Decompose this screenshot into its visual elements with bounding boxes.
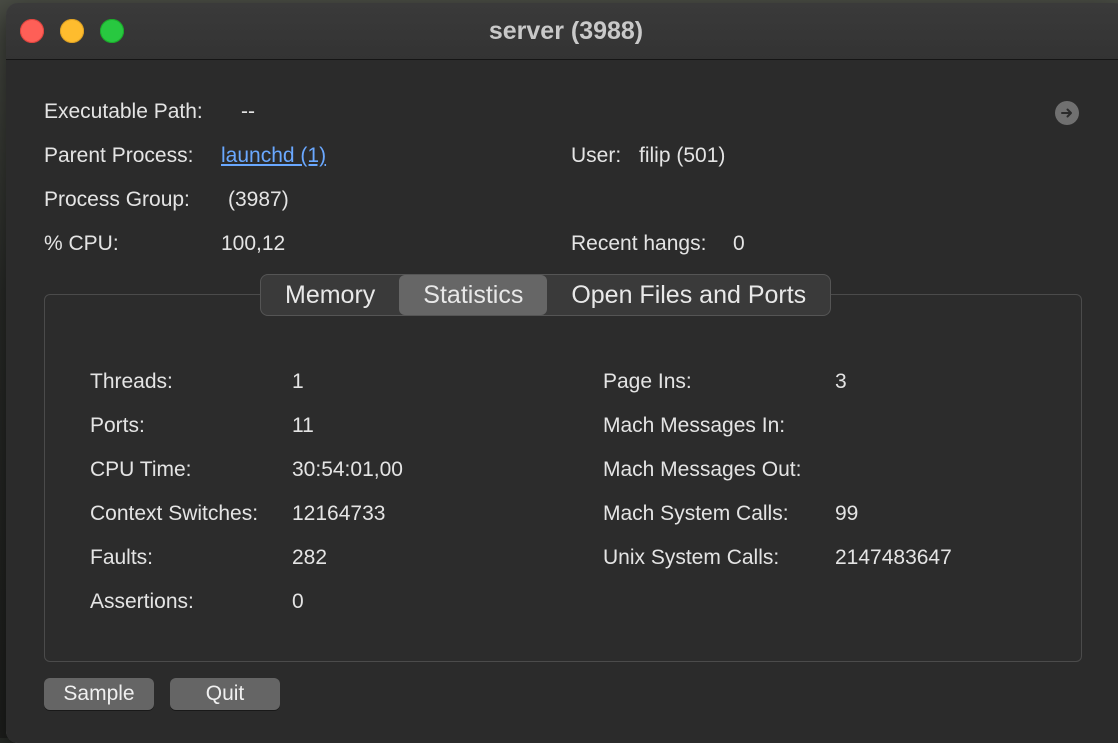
executable-path-label: Executable Path: [44, 100, 203, 123]
user-label: User: [571, 144, 622, 167]
recent-hangs-label: Recent hangs: [571, 232, 707, 255]
user-value: filip (501) [639, 144, 726, 167]
context-switches-value: 12164733 [292, 502, 386, 525]
cpu-time-value: 30:54:01,00 [292, 458, 403, 481]
threads-value: 1 [292, 370, 304, 393]
page-ins-value: 3 [835, 370, 847, 393]
faults-value: 282 [292, 546, 328, 569]
ports-value: 11 [292, 414, 314, 437]
threads-label: Threads: [90, 370, 173, 393]
parent-process-label: Parent Process: [44, 144, 194, 167]
tab-open-files-and-ports[interactable]: Open Files and Ports [547, 275, 830, 315]
statistics-panel [44, 294, 1082, 662]
tab-bar: Memory Statistics Open Files and Ports [260, 274, 832, 316]
cpu-percent-value: 100,12 [221, 232, 286, 255]
title-bar: server (3988) [6, 3, 1118, 60]
recent-hangs-value: 0 [733, 232, 745, 255]
cpu-time-label: CPU Time: [90, 458, 192, 481]
assertions-value: 0 [292, 590, 304, 613]
unix-system-calls-label: Unix System Calls: [603, 546, 780, 569]
tab-statistics[interactable]: Statistics [399, 275, 548, 315]
mach-messages-in-label: Mach Messages In: [603, 414, 786, 437]
assertions-label: Assertions: [90, 590, 194, 613]
mach-messages-out-label: Mach Messages Out: [603, 458, 802, 481]
mach-system-calls-value: 99 [835, 502, 859, 525]
window-title: server (3988) [488, 17, 644, 45]
process-group-label: Process Group: [44, 188, 190, 211]
process-info-window: server (3988) Executable Path: -- Parent… [6, 3, 1118, 743]
executable-path-value: -- [241, 100, 255, 123]
page-ins-label: Page Ins: [603, 370, 692, 393]
sample-button[interactable]: Sample [44, 678, 154, 710]
tab-memory[interactable]: Memory [261, 275, 399, 315]
faults-label: Faults: [90, 546, 154, 569]
context-switches-label: Context Switches: [90, 502, 259, 525]
process-group-value: (3987) [228, 188, 289, 211]
ports-label: Ports: [90, 414, 145, 437]
cpu-percent-label: % CPU: [44, 232, 119, 255]
parent-process-link[interactable]: launchd (1) [221, 144, 326, 168]
quit-button[interactable]: Quit [170, 678, 280, 710]
unix-system-calls-value: 2147483647 [835, 546, 952, 569]
mach-system-calls-label: Mach System Calls: [603, 502, 789, 525]
arrow-right-circle-icon[interactable] [1055, 101, 1079, 125]
